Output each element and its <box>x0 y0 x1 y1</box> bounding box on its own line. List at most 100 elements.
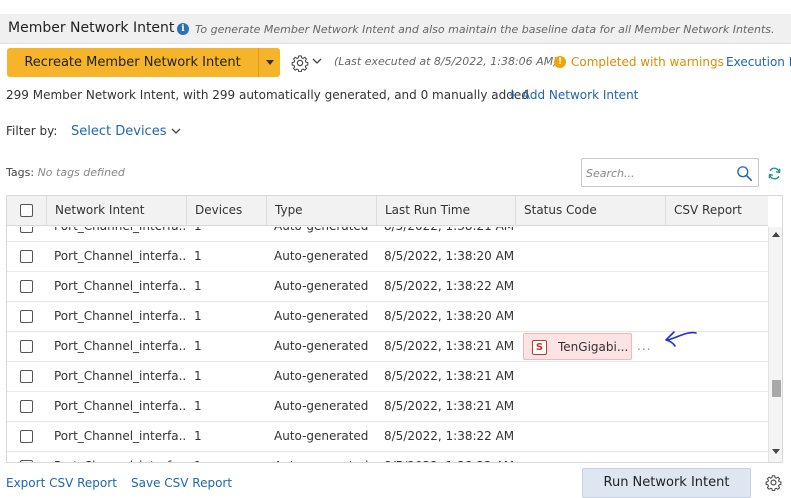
column-header-status-code[interactable]: Status Code <box>516 196 666 226</box>
type-cell: Auto-generated <box>274 399 369 413</box>
last-run-time-cell: 8/5/2022, 1:38:22 AM <box>384 279 514 293</box>
refresh-icon[interactable] <box>767 166 782 181</box>
table-body: Port_Channel_interfa... 1 Auto-generated… <box>7 227 768 462</box>
row-checkbox[interactable] <box>20 370 33 383</box>
page-description: To generate Member Network Intent and al… <box>195 23 775 36</box>
devices-cell: 1 <box>194 429 202 443</box>
type-cell: Auto-generated <box>274 279 369 293</box>
search-box[interactable] <box>581 158 759 187</box>
devices-cell: 1 <box>194 227 264 242</box>
type-cell: Auto-generated <box>274 452 379 462</box>
table-row[interactable]: Port_Channel_interfa... 1 Auto-generated… <box>7 227 768 242</box>
column-header-last-run-time[interactable]: Last Run Time <box>377 196 516 226</box>
search-input[interactable] <box>586 164 731 182</box>
network-intent-cell[interactable]: Port_Channel_interfa... <box>54 302 187 332</box>
devices-cell: 1 <box>194 309 202 323</box>
row-checkbox[interactable] <box>20 280 33 293</box>
row-checkbox[interactable] <box>20 400 33 413</box>
execution-log-link[interactable]: Execution Log <box>726 55 791 69</box>
select-all-checkbox[interactable] <box>20 204 33 217</box>
row-checkbox[interactable] <box>20 430 33 443</box>
tags-label: Tags: No tags defined <box>6 166 125 179</box>
chevron-down-icon[interactable] <box>311 55 323 67</box>
table-row[interactable]: Port_Channel_interfa... 1 Auto-generated… <box>7 272 768 302</box>
recreate-intent-button[interactable]: Recreate Member Network Intent <box>7 48 258 77</box>
column-header-type[interactable]: Type <box>267 196 377 226</box>
caret-down-icon <box>266 60 274 65</box>
column-header-devices[interactable]: Devices <box>187 196 267 226</box>
table-row[interactable]: Port_Channel_interfa... 1 Auto-generated… <box>7 452 768 462</box>
add-network-intent-link[interactable]: + Add Network Intent <box>508 88 638 102</box>
type-cell: Auto-generated <box>274 227 379 242</box>
last-executed-text: (Last executed at 8/5/2022, 1:38:06 AM) <box>334 55 558 68</box>
type-cell: Auto-generated <box>274 309 369 323</box>
last-run-time-cell: 8/5/2022, 1:38:20 AM <box>384 249 514 263</box>
search-icon[interactable] <box>736 165 753 182</box>
table-row[interactable]: Port_Channel_interfa... 1 Auto-generated… <box>7 242 768 272</box>
devices-cell: 1 <box>194 279 202 293</box>
last-run-time-cell: 8/5/2022, 1:38:20 AM <box>384 309 514 323</box>
status-severity-badge: S <box>532 340 547 355</box>
column-header-csv-report[interactable]: CSV Report <box>666 196 768 226</box>
table-row[interactable]: Port_Channel_interfa... 1 Auto-generated… <box>7 332 768 362</box>
warning-icon: ! <box>554 56 566 68</box>
scroll-up-arrow-icon[interactable] <box>772 232 780 237</box>
table-rows: Port_Channel_interfa... 1 Auto-generated… <box>7 227 768 462</box>
column-header-network-intent[interactable]: Network Intent <box>47 196 187 226</box>
vertical-scrollbar[interactable] <box>768 227 782 462</box>
select-devices-dropdown[interactable]: Select Devices <box>71 124 166 139</box>
row-checkbox[interactable] <box>20 250 33 263</box>
table-header: Network Intent Devices Type Last Run Tim… <box>7 196 768 226</box>
row-checkbox[interactable] <box>20 227 33 233</box>
network-intent-cell[interactable]: Port_Channel_interfa... <box>54 392 187 422</box>
table-row[interactable]: Port_Channel_interfa... 1 Auto-generated… <box>7 422 768 452</box>
table-row[interactable]: Port_Channel_interfa... 1 Auto-generated… <box>7 302 768 332</box>
type-cell: Auto-generated <box>274 429 369 443</box>
recreate-dropdown-button[interactable] <box>258 48 280 77</box>
network-intent-cell[interactable]: Port_Channel_interfa... <box>54 362 187 392</box>
network-intent-cell[interactable]: Port_Channel_interfa... <box>54 227 187 242</box>
run-network-intent-button[interactable]: Run Network Intent <box>582 468 751 498</box>
status-code-text: TenGigabi... <box>558 340 629 354</box>
devices-cell: 1 <box>194 339 202 353</box>
header-select-cell <box>7 196 47 226</box>
network-intent-cell[interactable]: Port_Channel_interfa... <box>54 332 187 362</box>
scrollbar-thumb[interactable] <box>772 380 781 397</box>
info-icon[interactable]: i <box>177 23 189 35</box>
devices-cell: 1 <box>194 452 264 462</box>
last-run-time-cell: 8/5/2022, 1:38:21 AM <box>384 227 514 242</box>
status-text: Completed with warnings <box>571 55 724 69</box>
row-checkbox[interactable] <box>20 340 33 353</box>
network-intent-cell[interactable]: Port_Channel_interfa... <box>54 272 187 302</box>
intent-summary: 299 Member Network Intent, with 299 auto… <box>6 88 529 102</box>
type-cell: Auto-generated <box>274 249 369 263</box>
tags-label-text: Tags: <box>6 166 35 179</box>
page-title: Member Network Intent <box>8 20 175 36</box>
last-run-time-cell: 8/5/2022, 1:38:21 AM <box>384 339 514 353</box>
status-code-chip[interactable]: S TenGigabi... <box>523 333 632 360</box>
gear-icon[interactable] <box>291 54 309 72</box>
network-intent-cell[interactable]: Port_Channel_interfa... <box>54 452 187 462</box>
devices-cell: 1 <box>194 249 202 263</box>
scroll-down-arrow-icon[interactable] <box>772 449 780 454</box>
last-run-time-cell: 8/5/2022, 1:38:22 AM <box>384 452 514 462</box>
last-run-time-cell: 8/5/2022, 1:38:21 AM <box>384 369 514 383</box>
type-cell: Auto-generated <box>274 369 369 383</box>
table-row[interactable]: Port_Channel_interfa... 1 Auto-generated… <box>7 362 768 392</box>
network-intent-cell[interactable]: Port_Channel_interfa... <box>54 242 187 272</box>
more-status-button[interactable]: ... <box>637 332 651 361</box>
row-checkbox[interactable] <box>20 460 33 462</box>
devices-cell: 1 <box>194 369 202 383</box>
devices-cell: 1 <box>194 399 202 413</box>
last-run-time-cell: 8/5/2022, 1:38:21 AM <box>384 399 514 413</box>
save-csv-report-link[interactable]: Save CSV Report <box>131 476 232 490</box>
network-intent-cell[interactable]: Port_Channel_interfa... <box>54 422 187 452</box>
hand-drawn-arrow-annotation <box>665 331 697 347</box>
filter-label: Filter by: <box>6 124 58 138</box>
row-checkbox[interactable] <box>20 310 33 323</box>
chevron-down-icon[interactable] <box>170 125 182 137</box>
table-row[interactable]: Port_Channel_interfa... 1 Auto-generated… <box>7 392 768 422</box>
gear-icon[interactable] <box>765 474 782 491</box>
last-run-time-cell: 8/5/2022, 1:38:22 AM <box>384 429 514 443</box>
export-csv-report-link[interactable]: Export CSV Report <box>6 476 117 490</box>
